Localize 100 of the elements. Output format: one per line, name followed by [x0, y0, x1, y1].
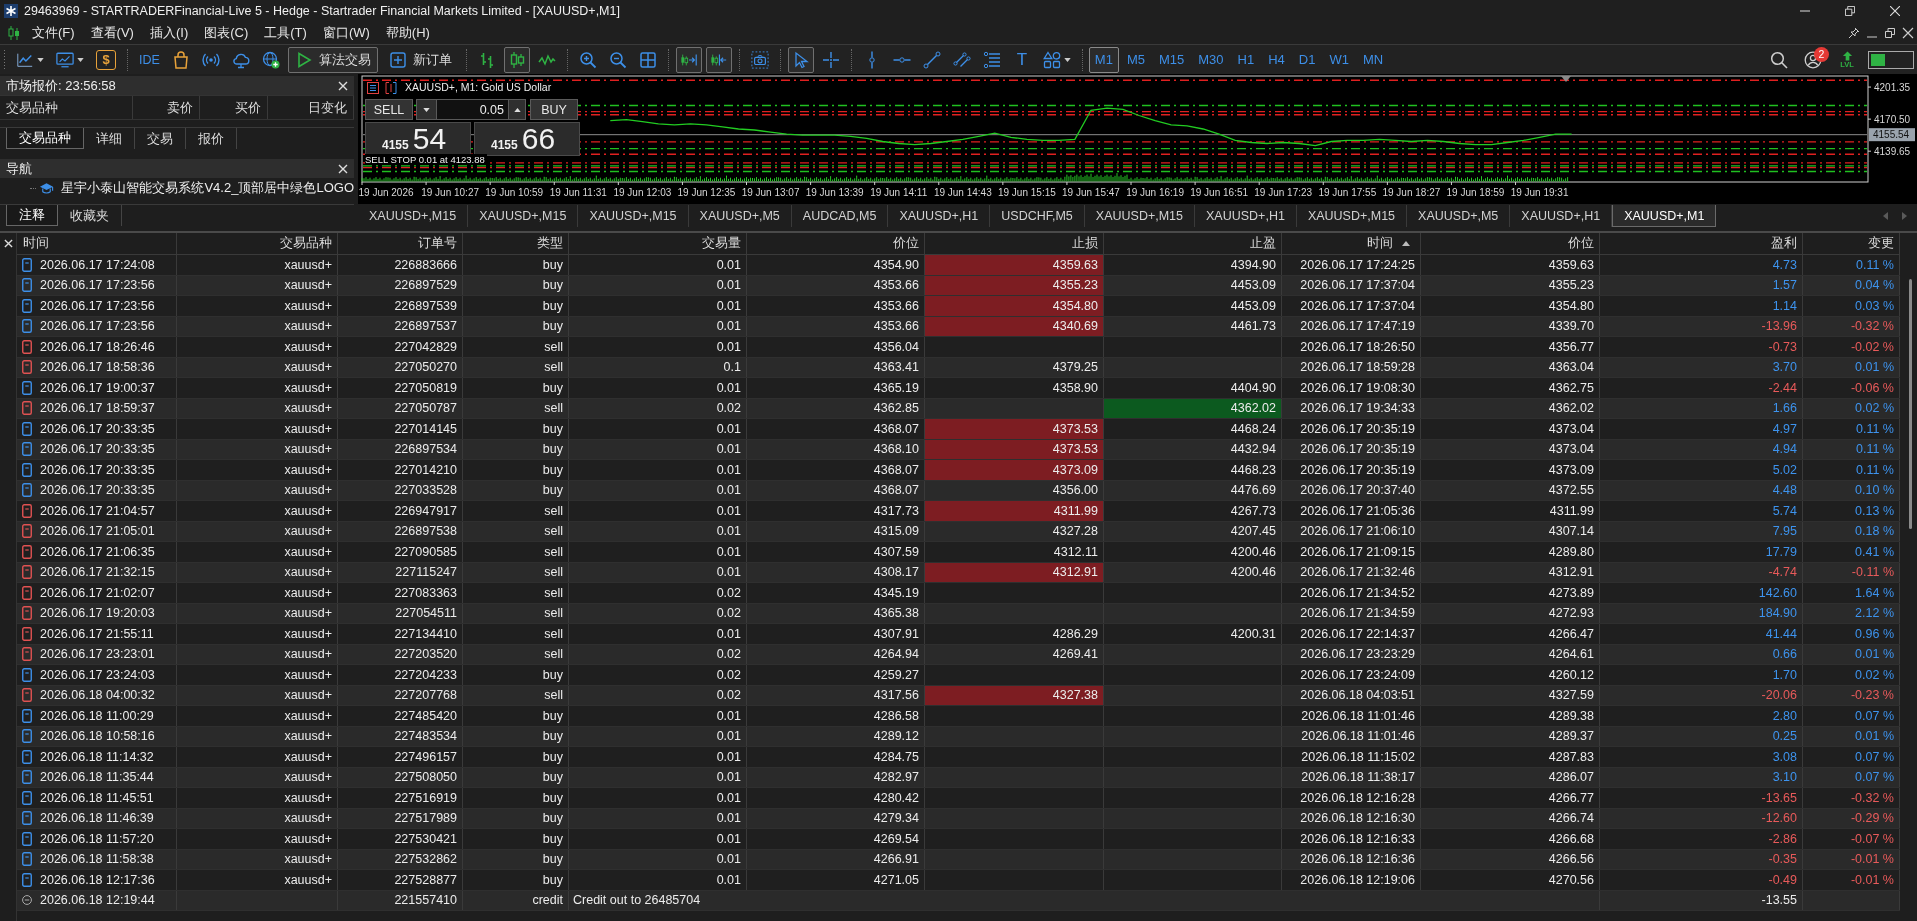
table-row[interactable]: 2026.06.17 19:00:37 xauusd+ 227050819 buy 0.01 4365.19 4358.90 4404.90 2026.06.17 19:08:30 4362.75 -2.44 -0.06 %: [17, 378, 1900, 399]
table-row[interactable]: 2026.06.17 19:20:03 xauusd+ 227054511 sell 0.02 4365.38 2026.06.17 21:34:59 4272.93 184.90 2.12 %: [17, 603, 1900, 624]
table-row[interactable]: 2026.06.17 20:33:35 xauusd+ 227014145 buy 0.01 4368.07 4373.53 4468.24 2026.06.17 20:35:19 4373.04 4.97 0.11 %: [17, 419, 1900, 440]
menu-item[interactable]: 插入(I): [141, 21, 197, 44]
decrease-button[interactable]: [416, 99, 437, 120]
scrollbar-thumb[interactable]: [1909, 279, 1912, 529]
menu-item[interactable]: 工具(T): [256, 21, 315, 44]
grip-icon[interactable]: [3, 48, 6, 71]
table-row[interactable]: 2026.06.17 21:04:57 xauusd+ 226947917 sell 0.01 4317.73 4311.99 4267.73 2026.06.17 21:05:36 4311.99 5.74 0.13 %: [17, 501, 1900, 522]
increase-button[interactable]: [508, 99, 526, 120]
table-row[interactable]: 2026.06.17 17:23:56 xauusd+ 226897539 buy 0.01 4353.66 4354.80 4453.09 2026.06.17 17:37:04 4354.80 1.14 0.03 %: [17, 296, 1900, 317]
table-row[interactable]: 2026.06.18 11:14:32 xauusd+ 227496157 buy 0.01 4284.75 2026.06.18 11:15:02 4287.83 3.08 0.07 %: [17, 747, 1900, 768]
volume-field[interactable]: 0.05: [437, 99, 508, 120]
navigator-item[interactable]: 星宇小泰山智能交易系统V4.2_顶部居中绿色LOGO: [61, 179, 354, 197]
new-order-button[interactable]: 新订单: [381, 46, 459, 73]
column-header[interactable]: 买价: [200, 96, 268, 119]
chart-tab[interactable]: XAUUSD+,M15: [358, 205, 469, 227]
table-row[interactable]: 2026.06.17 23:24:03 xauusd+ 227204233 buy 0.02 4259.27 2026.06.17 23:24:09 4260.12 1.70 0.02 %: [17, 665, 1900, 686]
column-header[interactable]: 卖价: [133, 96, 200, 119]
table-row[interactable]: 2026.06.17 17:23:56 xauusd+ 226897529 buy 0.01 4353.66 4355.23 4453.09 2026.06.17 17:37:04 4355.23 1.57 0.04 %: [17, 275, 1900, 296]
timeframe-button[interactable]: MN: [1356, 46, 1390, 73]
table-row[interactable]: 2026.06.17 17:23:56 xauusd+ 226897537 buy 0.01 4353.66 4340.69 4461.73 2026.06.17 17:47:19 4339.70 -13.96 -0.32 %: [17, 316, 1900, 337]
table-row[interactable]: 2026.06.18 10:58:16 xauusd+ 227483534 buy 0.01 4289.12 2026.06.18 11:01:46 4289.37 0.25 0.01 %: [17, 726, 1900, 747]
table-row[interactable]: 2026.06.17 18:26:46 xauusd+ 227042829 sell 0.01 4356.04 2026.06.17 18:26:50 4356.77 -0.73 -0.02 %: [17, 337, 1900, 358]
restore-icon[interactable]: [1884, 26, 1896, 39]
scroll-left-icon[interactable]: [1883, 212, 1888, 220]
column-header[interactable]: 价位: [747, 233, 925, 254]
shift-marker-icon[interactable]: [1561, 76, 1571, 82]
table-row[interactable]: 2026.06.17 17:24:08 xauusd+ 226883666 buy 0.01 4354.90 4359.63 4394.90 2026.06.17 17:24:25 4359.63 4.73 0.11 %: [17, 255, 1900, 276]
chart-tab[interactable]: AUDCAD,M5: [791, 205, 889, 227]
timeframe-button[interactable]: M1: [1088, 46, 1119, 73]
timeframe-button[interactable]: W1: [1323, 46, 1355, 73]
buy-button[interactable]: BUY: [530, 99, 578, 120]
panel-tab[interactable]: 交易: [135, 128, 186, 149]
column-header[interactable]: 止盈: [1104, 233, 1282, 254]
column-header[interactable]: 交易品种: [177, 233, 338, 254]
menu-item[interactable]: 图表(C): [196, 21, 257, 44]
text-tool-button[interactable]: T: [1008, 46, 1035, 73]
column-header[interactable]: 止损: [925, 233, 1104, 254]
close-icon[interactable]: [1902, 26, 1914, 39]
chart-tab[interactable]: XAUUSD+,H1: [1195, 205, 1297, 227]
dollar-button[interactable]: $: [96, 49, 116, 70]
table-row[interactable]: 2026.06.17 23:23:01 xauusd+ 227203520 sell 0.02 4264.94 4269.41 2026.06.17 23:23:29 4264.61 0.66 0.01 %: [17, 644, 1900, 665]
column-header[interactable]: 盈利: [1600, 233, 1803, 254]
table-row[interactable]: 2026.06.18 11:57:20 xauusd+ 227530421 buy 0.01 4269.54 2026.06.18 12:16:33 4266.68 -2.86 -0.07 %: [17, 829, 1900, 850]
column-header[interactable]: 日变化: [268, 96, 354, 119]
chart-tab[interactable]: XAUUSD+,H1: [888, 205, 991, 227]
sell-price-button[interactable]: 4155 54: [365, 122, 471, 156]
close-icon[interactable]: [3, 239, 13, 248]
table-row[interactable]: 2026.06.17 21:05:01 xauusd+ 226897538 sell 0.01 4315.09 4327.28 4207.45 2026.06.17 21:06:10 4307.14 7.95 0.18 %: [17, 521, 1900, 542]
table-row[interactable]: 2026.06.17 21:06:35 xauusd+ 227090585 sell 0.01 4307.59 4312.11 4200.46 2026.06.17 21:09:15 4289.80 17.79 0.41 %: [17, 542, 1900, 563]
timeframe-button[interactable]: H4: [1262, 46, 1291, 73]
ide-button[interactable]: IDE: [135, 46, 164, 73]
column-header[interactable]: 类型: [463, 233, 569, 254]
timeframe-button[interactable]: M5: [1120, 46, 1151, 73]
panel-tab[interactable]: 详细: [84, 128, 135, 149]
chart-tab[interactable]: XAUUSD+,M5: [688, 205, 792, 227]
chart-tab[interactable]: XAUUSD+,M5: [1407, 205, 1511, 227]
chart-tab[interactable]: XAUUSD+,M15: [468, 205, 579, 227]
messages-button[interactable]: 2: [1800, 46, 1826, 73]
table-row[interactable]: 2026.06.18 11:35:44 xauusd+ 227508050 buy 0.01 4282.97 2026.06.18 11:38:17 4286.07 3.10 0.07 %: [17, 767, 1900, 788]
column-header[interactable]: 价位: [1421, 233, 1600, 254]
column-header[interactable]: 时间: [1282, 233, 1421, 254]
column-header[interactable]: 订单号: [338, 233, 463, 254]
scroll-right-icon[interactable]: [1902, 212, 1907, 220]
bracket-pair-icon[interactable]: [385, 82, 397, 94]
column-header[interactable]: 交易量: [569, 233, 747, 254]
column-header[interactable]: 变更: [1803, 233, 1900, 254]
table-row[interactable]: 2026.06.17 18:59:37 xauusd+ 227050787 sell 0.02 4362.85 4362.02 2026.06.17 19:34:33 4362.02 1.66 0.02 %: [17, 398, 1900, 419]
timeframe-button[interactable]: D1: [1292, 46, 1322, 73]
menu-item[interactable]: 窗口(W): [314, 21, 378, 44]
chart-tab[interactable]: XAUUSD+,M15: [1296, 205, 1408, 227]
column-header[interactable]: 交易品种: [0, 96, 133, 119]
menu-item[interactable]: 文件(F): [24, 21, 83, 44]
panel-tab[interactable]: 报价: [186, 128, 237, 149]
table-row[interactable]: 2026.06.17 20:33:35 xauusd+ 227033528 buy 0.01 4368.07 4356.00 4476.69 2026.06.17 20:37:40 4372.55 4.48 0.10 %: [17, 480, 1900, 501]
chart-toggle-button[interactable]: [705, 46, 732, 73]
close-icon[interactable]: [338, 163, 348, 174]
table-row[interactable]: 2026.06.18 12:19:44 221557410 credit Credit out to 26485704 -13.55: [17, 890, 1900, 911]
table-row[interactable]: 2026.06.17 18:58:36 xauusd+ 227050270 sell 0.1 4363.41 4379.25 2026.06.17 18:59:28 4363.04 3.70 0.01 %: [17, 357, 1900, 378]
sell-button[interactable]: SELL: [365, 99, 413, 120]
pin-icon[interactable]: [1848, 26, 1860, 39]
table-icon[interactable]: [367, 82, 379, 94]
table-row[interactable]: 2026.06.17 20:33:35 xauusd+ 227014210 buy 0.01 4368.07 4373.09 4468.23 2026.06.17 20:35:19 4373.09 5.02 0.11 %: [17, 460, 1900, 481]
close-icon[interactable]: [338, 80, 348, 91]
table-row[interactable]: 2026.06.18 11:45:51 xauusd+ 227516919 buy 0.01 4280.42 2026.06.18 12:16:28 4266.77 -13.65 -0.32 %: [17, 788, 1900, 809]
menu-item[interactable]: 帮助(H): [377, 21, 438, 44]
chart-tab[interactable]: XAUUSD+,M15: [578, 205, 689, 227]
column-header[interactable]: 时间: [17, 233, 177, 254]
table-row[interactable]: 2026.06.18 11:58:38 xauusd+ 227532862 buy 0.01 4266.91 2026.06.18 12:16:36 4266.56 -0.35 -0.01 %: [17, 849, 1900, 870]
timeframe-button[interactable]: H1: [1231, 46, 1261, 73]
menu-item[interactable]: 查看(V): [82, 21, 142, 44]
table-row[interactable]: 2026.06.17 21:02:07 xauusd+ 227083363 sell 0.02 4345.19 2026.06.17 21:34:52 4273.89 142.60 1.64 %: [17, 583, 1900, 604]
chart-toggle-button[interactable]: [675, 46, 702, 73]
timeframe-button[interactable]: M15: [1152, 46, 1191, 73]
chart-tab[interactable]: USDCHF,M5: [990, 205, 1085, 227]
table-row[interactable]: 2026.06.17 21:32:15 xauusd+ 227115247 sell 0.01 4308.17 4312.91 4200.46 2026.06.17 21:32:46 4312.91 -4.74 -0.11 %: [17, 562, 1900, 583]
table-row[interactable]: 2026.06.18 11:46:39 xauusd+ 227517989 buy 0.01 4279.34 2026.06.18 12:16:30 4266.74 -12.60 -0.29 %: [17, 808, 1900, 829]
table-row[interactable]: 2026.06.18 04:00:32 xauusd+ 227207768 sell 0.02 4317.56 4327.38 2026.06.18 04:03:51 4327.59 -20.06 -0.23 %: [17, 685, 1900, 706]
panel-tab[interactable]: 收藏夹: [58, 205, 122, 226]
